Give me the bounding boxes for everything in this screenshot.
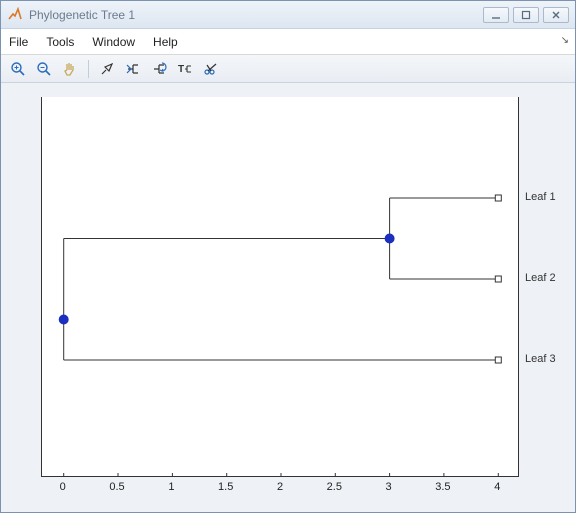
rotate-icon[interactable] xyxy=(148,58,170,80)
toolbar: T xyxy=(1,55,575,83)
rename-icon[interactable]: T xyxy=(174,58,196,80)
xtick-label: 1 xyxy=(156,481,186,493)
menu-help[interactable]: Help xyxy=(153,35,178,49)
svg-text:T: T xyxy=(178,64,184,75)
axes[interactable] xyxy=(41,97,519,477)
app-window: Phylogenetic Tree 1 File Tools Window He… xyxy=(0,0,576,513)
close-button[interactable] xyxy=(543,7,569,23)
pan-icon[interactable] xyxy=(59,58,81,80)
collapse-icon[interactable] xyxy=(122,58,144,80)
xtick-label: 3.5 xyxy=(428,481,458,493)
leaf-label[interactable]: Leaf 3 xyxy=(525,353,556,365)
xtick-label: 1.5 xyxy=(211,481,241,493)
toolbar-separator xyxy=(88,60,89,78)
xtick-label: 0 xyxy=(48,481,78,493)
zoom-out-icon[interactable] xyxy=(33,58,55,80)
window-controls xyxy=(483,7,569,23)
xtick-label: 2.5 xyxy=(319,481,349,493)
xtick-label: 3 xyxy=(374,481,404,493)
matlab-icon xyxy=(7,7,23,23)
menu-tools[interactable]: Tools xyxy=(46,35,74,49)
inspect-icon[interactable] xyxy=(96,58,118,80)
figure-area: 0 0.5 1 1.5 2 2.5 3 3.5 4 Leaf 1 Leaf 2 … xyxy=(1,83,575,512)
prune-icon[interactable] xyxy=(200,58,222,80)
minimize-button[interactable] xyxy=(483,7,509,23)
xtick-label: 0.5 xyxy=(102,481,132,493)
menu-window[interactable]: Window xyxy=(92,35,135,49)
leaf-label[interactable]: Leaf 2 xyxy=(525,272,556,284)
tree-plot xyxy=(42,97,520,477)
maximize-button[interactable] xyxy=(513,7,539,23)
titlebar[interactable]: Phylogenetic Tree 1 xyxy=(1,1,575,29)
window-title: Phylogenetic Tree 1 xyxy=(29,8,483,22)
zoom-in-icon[interactable] xyxy=(7,58,29,80)
xtick-label: 4 xyxy=(482,481,512,493)
menubar: File Tools Window Help ↘ xyxy=(1,29,575,55)
leaf-label[interactable]: Leaf 1 xyxy=(525,191,556,203)
xtick-label: 2 xyxy=(265,481,295,493)
dock-arrow-icon[interactable]: ↘ xyxy=(561,35,569,46)
menu-file[interactable]: File xyxy=(9,35,28,49)
